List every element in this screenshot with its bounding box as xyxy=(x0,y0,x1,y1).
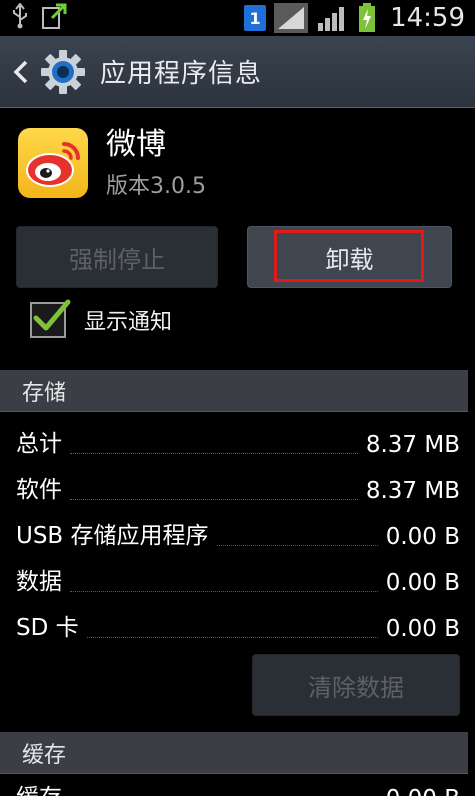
back-button[interactable] xyxy=(8,52,34,92)
weibo-app-icon xyxy=(18,128,88,198)
chevron-left-icon xyxy=(13,60,28,83)
app-header: 微博 版本3.0.5 xyxy=(18,127,206,200)
signal-strength-icon-2 xyxy=(318,7,345,31)
app-update-icon xyxy=(40,2,68,35)
storage-label: 数据 xyxy=(16,569,62,595)
storage-row-usb: USB 存储应用程序 0.00 B xyxy=(16,510,460,556)
storage-section-header: 存储 xyxy=(0,370,468,412)
app-name: 微博 xyxy=(106,127,166,162)
storage-label: USB 存储应用程序 xyxy=(16,523,209,549)
storage-row-data: 数据 0.00 B xyxy=(16,556,460,602)
show-notification-row[interactable]: 显示通知 xyxy=(30,299,173,338)
cache-label: 缓存 xyxy=(16,778,62,796)
app-info-screen: 1 14:59 应用程序信息 微博 版本3.0.5 强制停止 卸载 显示通知 存… xyxy=(0,0,475,796)
storage-label: 软件 xyxy=(16,477,62,503)
storage-row-sd: SD 卡 0.00 B xyxy=(16,602,460,648)
clear-data-button[interactable]: 清除数据 xyxy=(252,654,460,716)
title-bar: 应用程序信息 xyxy=(0,36,475,108)
storage-row-app: 软件 8.37 MB xyxy=(16,464,460,510)
dotted-leader xyxy=(70,453,358,454)
storage-value: 0.00 B xyxy=(385,616,460,642)
storage-value: 0.00 B xyxy=(385,570,460,596)
show-notification-checkbox[interactable] xyxy=(30,299,71,338)
cache-section-header: 缓存 xyxy=(0,732,468,774)
dotted-leader xyxy=(70,591,378,592)
sim-slot-badge: 1 xyxy=(244,5,267,31)
app-version: 版本3.0.5 xyxy=(106,174,206,199)
storage-row-total: 总计 8.37 MB xyxy=(16,418,460,464)
usb-icon xyxy=(10,1,30,34)
settings-gear-icon xyxy=(41,49,85,94)
cache-value: 0.00 B xyxy=(386,786,460,796)
storage-value: 8.37 MB xyxy=(365,432,460,458)
storage-value: 0.00 B xyxy=(385,524,460,550)
storage-value: 8.37 MB xyxy=(365,478,460,504)
storage-label: 总计 xyxy=(16,431,62,457)
show-notification-label: 显示通知 xyxy=(84,310,173,335)
dotted-leader xyxy=(86,637,378,638)
force-stop-button[interactable]: 强制停止 xyxy=(16,226,218,288)
dotted-leader xyxy=(70,499,358,500)
page-title: 应用程序信息 xyxy=(100,59,263,89)
battery-charging-icon xyxy=(359,3,376,32)
highlight-box xyxy=(274,230,424,282)
signal-strength-icon xyxy=(274,3,309,33)
clock: 14:59 xyxy=(390,3,465,33)
dotted-leader xyxy=(216,545,378,546)
cache-row: 缓存 0.00 B xyxy=(16,772,460,796)
checkmark-icon xyxy=(33,299,71,331)
status-bar: 1 14:59 xyxy=(0,0,475,36)
storage-label: SD 卡 xyxy=(16,615,79,641)
